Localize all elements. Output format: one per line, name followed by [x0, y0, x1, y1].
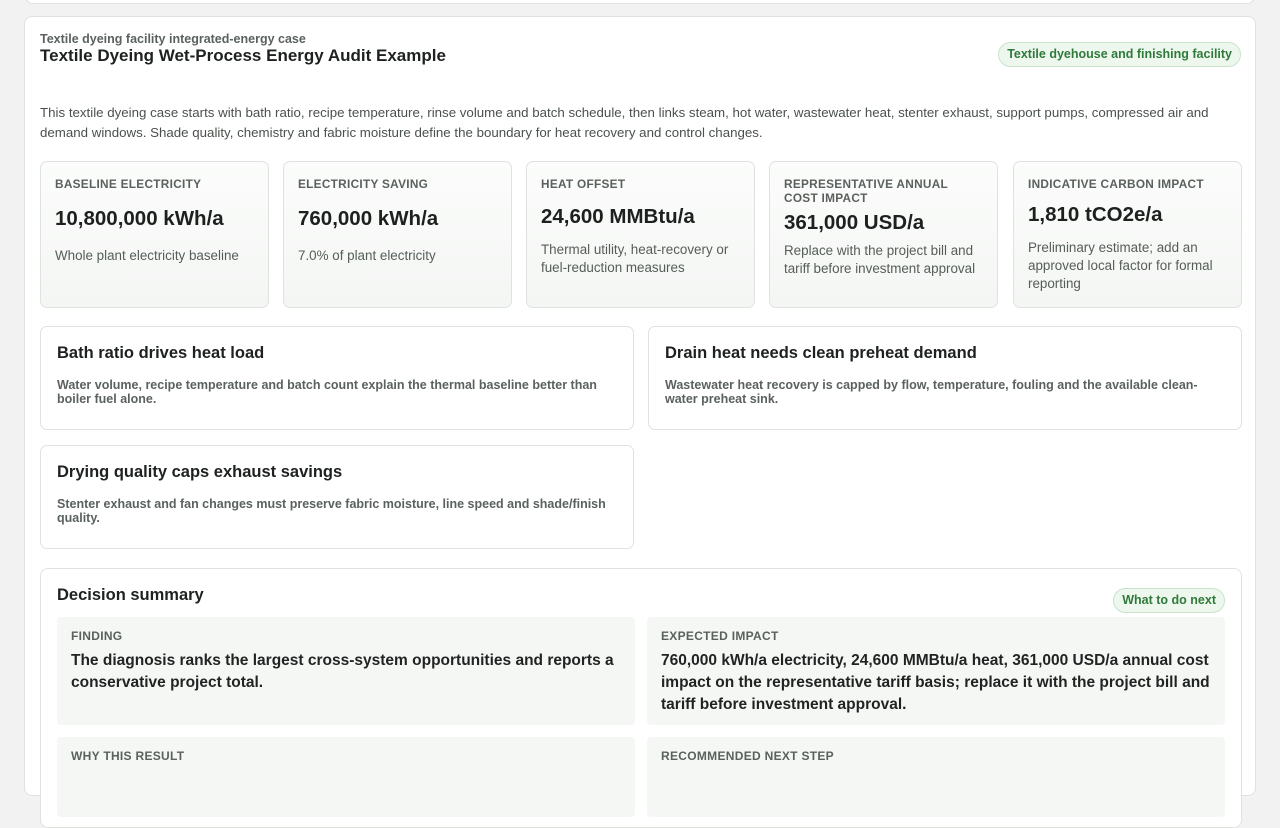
recommended-next-step-label: Recommended next step [661, 749, 834, 763]
metric-card-heat-offset: Heat offset 24,600 MMBtu/a Thermal utili… [526, 161, 755, 308]
insight-title: Drain heat needs clean preheat demand [665, 344, 977, 362]
metric-label: Representative annual cost impact [784, 177, 948, 205]
why-this-result-label: Why this result [71, 749, 185, 763]
insight-card-drain-heat: Drain heat needs clean preheat demand Wa… [648, 326, 1242, 430]
metric-card-carbon-impact: Indicative carbon impact 1,810 tCO2e/a P… [1013, 161, 1242, 308]
expected-impact-box: Expected impact 760,000 kWh/a electricit… [647, 617, 1225, 725]
metric-card-baseline-electricity: Baseline electricity 10,800,000 kWh/a Wh… [40, 161, 269, 308]
expected-impact-text: 760,000 kWh/a electricity, 24,600 MMBtu/… [661, 652, 1210, 713]
expected-impact-label: Expected impact [661, 629, 779, 643]
decision-summary-panel: Decision summary What to do next Finding… [40, 568, 1242, 828]
recommended-next-step-box: Recommended next step [647, 737, 1225, 817]
metric-note: Preliminary estimate; add an approved lo… [1028, 240, 1213, 291]
insight-body: Wastewater heat recovery is capped by fl… [665, 378, 1198, 406]
finding-label: Finding [71, 629, 123, 643]
finding-box: Finding The diagnosis ranks the largest … [57, 617, 635, 725]
insight-title: Drying quality caps exhaust savings [57, 463, 343, 481]
metric-value: 760,000 kWh/a [298, 207, 439, 230]
insight-body: Water volume, recipe temperature and bat… [57, 378, 597, 406]
decision-summary-title: Decision summary [57, 586, 204, 604]
metric-note: Thermal utility, heat-recovery or fuel-r… [541, 242, 729, 275]
metric-value: 10,800,000 kWh/a [55, 207, 224, 230]
case-card: Textile dyeing facility integrated-energ… [24, 16, 1256, 828]
metric-note: Replace with the project bill and tariff… [784, 243, 976, 276]
previous-card-edge [25, 0, 1255, 4]
metric-note: Whole plant electricity baseline [55, 248, 239, 263]
metric-card-annual-cost-impact: Representative annual cost impact 361,00… [769, 161, 998, 308]
why-this-result-box: Why this result [57, 737, 635, 817]
insight-card-bath-ratio: Bath ratio drives heat load Water volume… [40, 326, 634, 430]
metric-label: Baseline electricity [55, 177, 202, 191]
metric-value: 24,600 MMBtu/a [541, 205, 695, 228]
facility-type-badge: Textile dyehouse and finishing facility [998, 42, 1241, 67]
insight-title: Bath ratio drives heat load [57, 344, 265, 362]
insight-card-drying-quality: Drying quality caps exhaust savings Sten… [40, 445, 634, 549]
metric-label: Indicative carbon impact [1028, 177, 1204, 191]
case-intro: This textile dyeing case starts with bat… [40, 105, 1209, 140]
metric-card-electricity-saving: Electricity saving 760,000 kWh/a 7.0% of… [283, 161, 512, 308]
case-eyebrow: Textile dyeing facility integrated-energ… [40, 32, 306, 46]
metric-value: 361,000 USD/a [784, 211, 925, 234]
metric-label: Heat offset [541, 177, 626, 191]
finding-text: The diagnosis ranks the largest cross-sy… [71, 652, 614, 691]
what-to-do-next-badge: What to do next [1113, 588, 1225, 613]
metric-value: 1,810 tCO2e/a [1028, 203, 1163, 226]
metric-label: Electricity saving [298, 177, 429, 191]
page-title: Textile Dyeing Wet-Process Energy Audit … [40, 46, 446, 65]
insight-body: Stenter exhaust and fan changes must pre… [57, 497, 606, 525]
metric-note: 7.0% of plant electricity [298, 248, 436, 263]
